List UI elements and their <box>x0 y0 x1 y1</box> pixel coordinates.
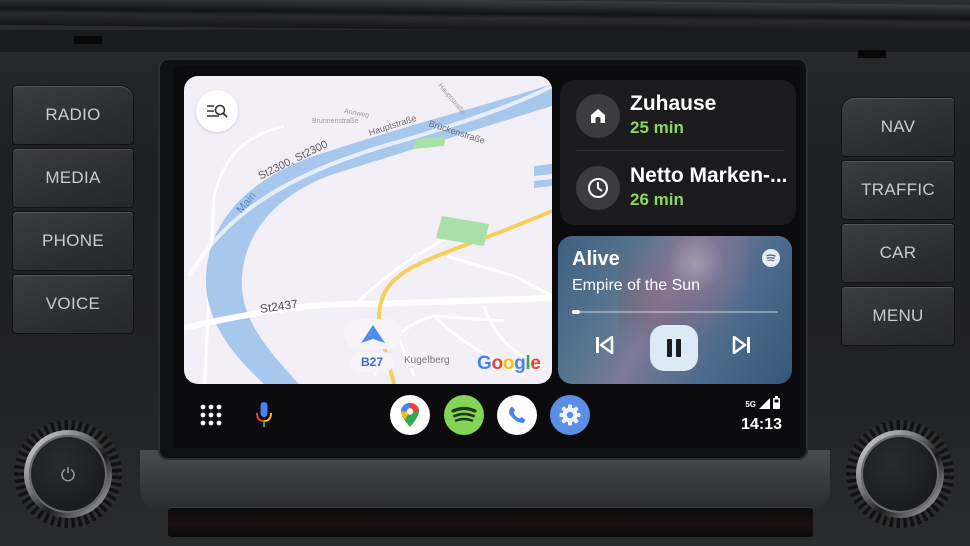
right-hardware-buttons: NAV TRAFFIC CAR MENU <box>841 97 955 346</box>
track-title: Alive <box>572 248 620 270</box>
history-clock-icon <box>588 178 608 198</box>
settings-icon <box>559 404 581 426</box>
skip-previous-icon <box>596 336 614 354</box>
destination-name: Zuhause <box>630 92 717 115</box>
map-label-street: Brunnenstraße <box>312 118 359 125</box>
signal-strength-icon <box>759 398 770 409</box>
divider <box>576 150 784 151</box>
current-location-puck <box>344 319 402 349</box>
knob-cap <box>861 435 939 513</box>
settings-app-button[interactable] <box>550 395 590 435</box>
destination-icon-wrap <box>576 166 620 210</box>
destination-item[interactable]: Zuhause 25 min <box>560 80 796 150</box>
left-hardware-buttons: RADIO MEDIA PHONE VOICE <box>12 85 134 334</box>
car-dashboard: RADIO MEDIA PHONE VOICE NAV TRAFFIC CAR … <box>0 0 970 546</box>
android-auto-screen: Main St2300, St2300 Hauptstraße Brückens… <box>174 66 800 448</box>
app-launcher-button[interactable] <box>198 402 224 428</box>
car-button[interactable]: CAR <box>841 223 955 283</box>
destinations-card: Zuhause 25 min Netto Marken-... 26 min <box>560 80 796 225</box>
voice-button[interactable]: VOICE <box>12 274 134 334</box>
map-card[interactable]: Main St2300, St2300 Hauptstraße Brückens… <box>184 76 552 384</box>
dashboard-shelf <box>0 30 970 52</box>
playback-progress[interactable] <box>572 310 778 314</box>
knob-cap <box>29 435 107 513</box>
radio-button[interactable]: RADIO <box>12 85 134 145</box>
status-icons: 5G <box>745 396 780 409</box>
app-grid-icon <box>200 404 222 426</box>
navigation-arrow-icon <box>361 325 385 343</box>
battery-icon <box>773 396 780 409</box>
next-track-button[interactable] <box>730 333 754 357</box>
river-segment <box>534 164 552 188</box>
spotify-app-button[interactable] <box>444 395 484 435</box>
clock: 14:13 <box>741 416 782 433</box>
destination-eta: 25 min <box>630 118 684 137</box>
power-volume-knob[interactable] <box>14 420 122 528</box>
nav-button[interactable]: NAV <box>841 97 955 157</box>
spotify-icon <box>762 249 780 267</box>
media-card[interactable]: Alive Empire of the Sun <box>558 236 792 384</box>
cd-slot <box>168 507 813 537</box>
tune-knob[interactable] <box>846 420 954 528</box>
phone-button[interactable]: PHONE <box>12 211 134 271</box>
destination-eta: 26 min <box>630 190 684 209</box>
destination-name: Netto Marken-... <box>630 164 788 187</box>
previous-track-button[interactable] <box>592 333 616 357</box>
map-label-kugelberg: Kugelberg <box>404 355 450 366</box>
microphone-icon <box>256 402 272 427</box>
search-list-icon <box>207 104 228 118</box>
assistant-mic-button[interactable] <box>252 400 276 430</box>
road-shield: B27 <box>350 352 394 372</box>
skip-next-icon <box>732 336 750 354</box>
search-button[interactable] <box>196 90 238 132</box>
menu-button[interactable]: MENU <box>841 286 955 346</box>
spotify-icon <box>451 406 477 422</box>
media-button[interactable]: MEDIA <box>12 148 134 208</box>
pause-button[interactable] <box>650 325 698 371</box>
phone-app-button[interactable] <box>497 395 537 435</box>
phone-icon <box>509 406 526 423</box>
track-artist: Empire of the Sun <box>572 277 701 294</box>
pause-icon <box>667 339 681 357</box>
park-area <box>436 216 489 246</box>
power-icon <box>61 467 75 482</box>
destination-icon-wrap <box>576 94 620 138</box>
home-icon <box>591 109 605 123</box>
network-type: 5G <box>745 400 756 409</box>
vent-slot <box>858 50 886 58</box>
traffic-button[interactable]: TRAFFIC <box>841 160 955 220</box>
google-maps-app-button[interactable] <box>390 395 430 435</box>
app-rail: 5G 14:13 <box>174 390 800 448</box>
maps-icon <box>401 403 419 427</box>
progress-fill <box>572 310 581 314</box>
vent-slot <box>74 36 102 44</box>
destination-item[interactable]: Netto Marken-... 26 min <box>560 152 796 222</box>
status-area: 5G 14:13 <box>736 396 786 440</box>
google-attribution: Google <box>477 353 541 374</box>
